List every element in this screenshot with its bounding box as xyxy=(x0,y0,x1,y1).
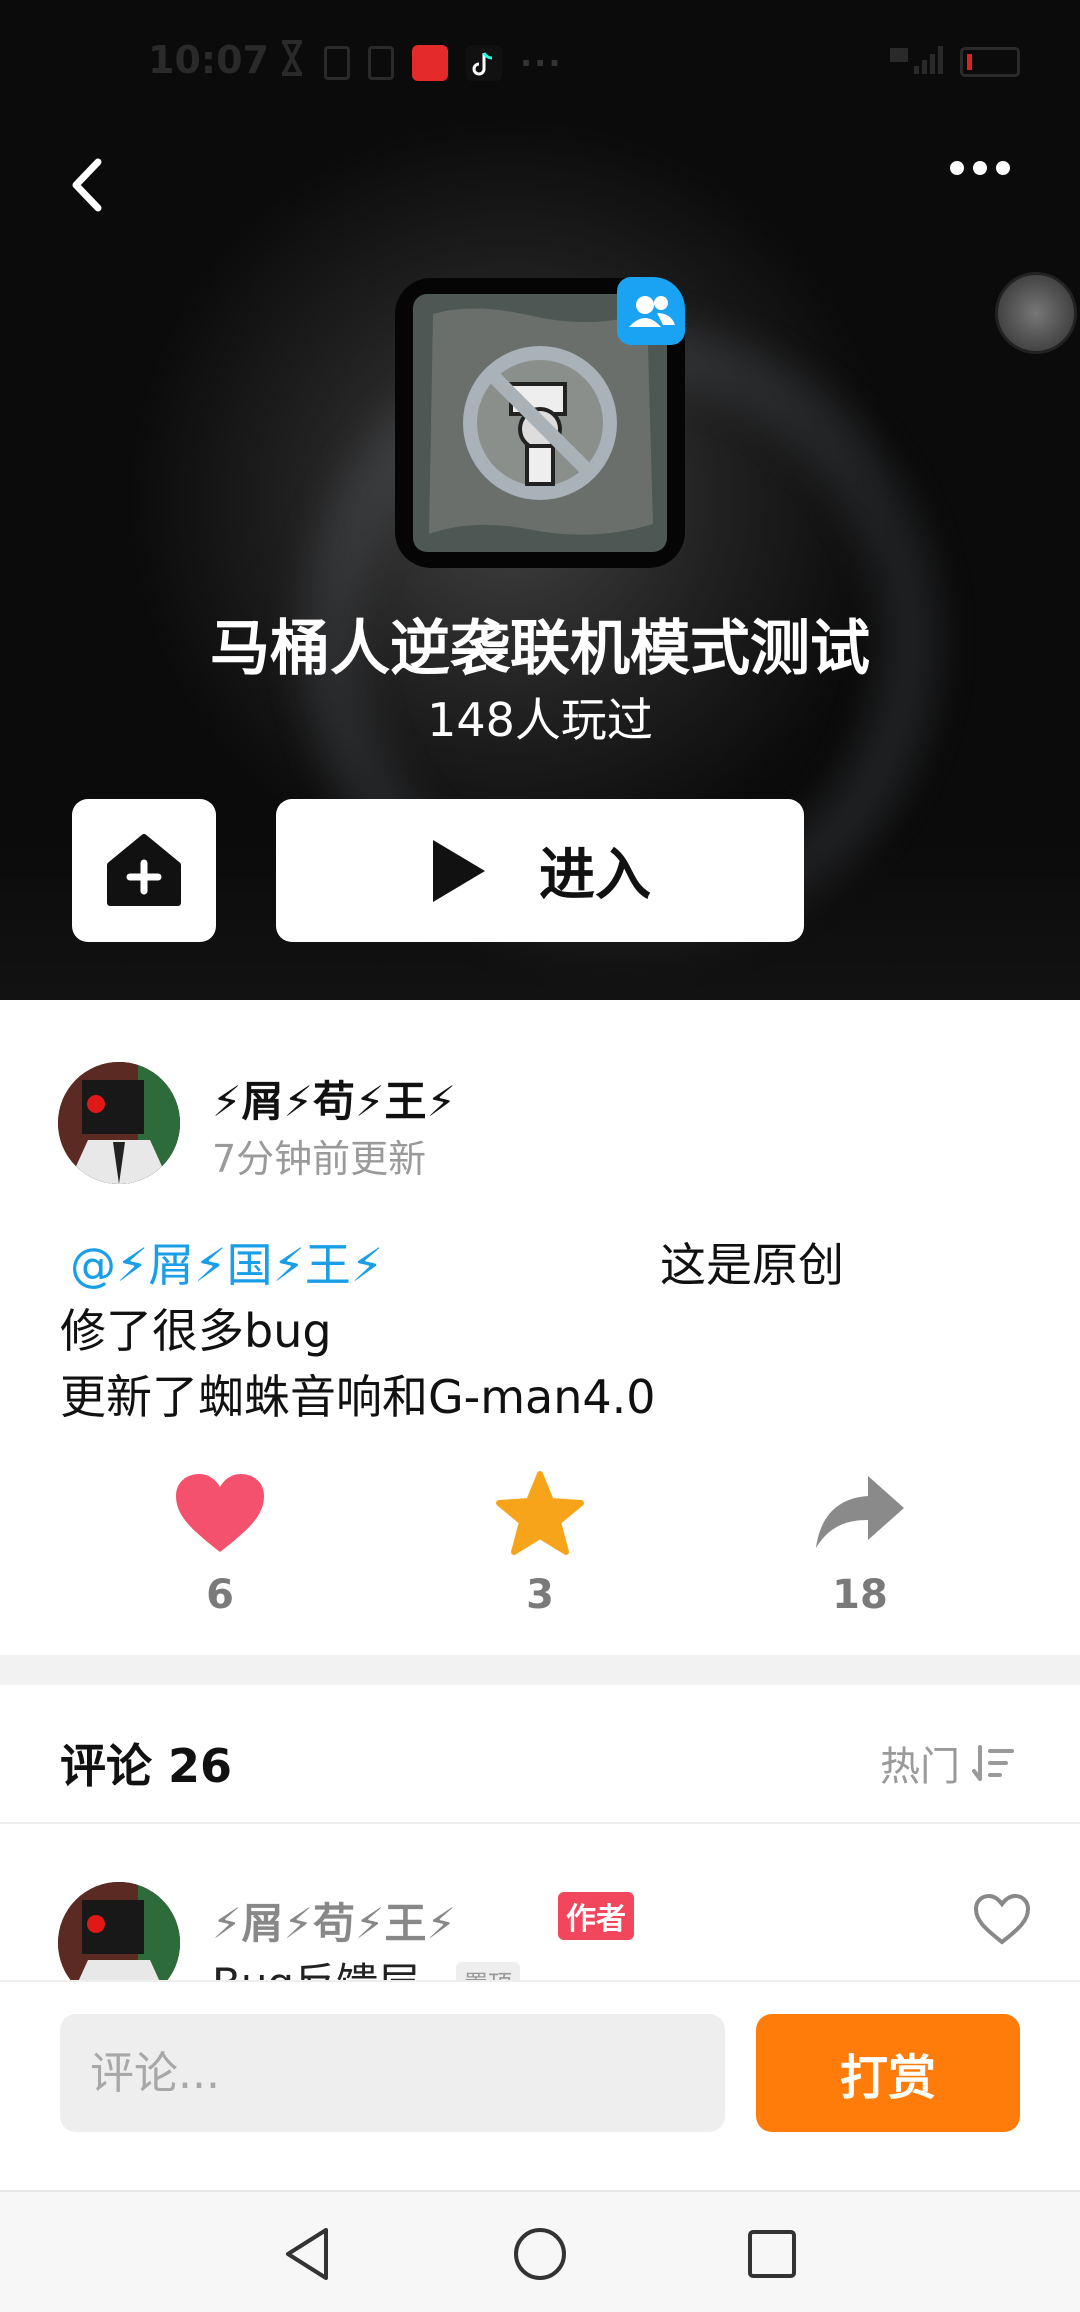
post-line-1: @⚡屑⚡国⚡王⚡ 这是原创 xyxy=(60,1232,1020,1298)
nav-recents-button[interactable] xyxy=(742,2224,802,2284)
tiktok-icon xyxy=(466,44,502,81)
more-dots-icon xyxy=(950,161,964,175)
back-button[interactable] xyxy=(56,150,126,220)
share-button[interactable]: 18 xyxy=(770,1470,950,1618)
comments-separator xyxy=(0,1822,1080,1824)
post-line-3: 更新了蜘蛛音响和G-man4.0 xyxy=(60,1370,656,1424)
enter-label: 进入 xyxy=(539,843,651,908)
comment-input[interactable] xyxy=(60,2014,725,2132)
users-icon xyxy=(629,296,675,327)
comment-bar: 打赏 xyxy=(0,1980,1080,2192)
signal-icon xyxy=(888,42,948,82)
sort-button[interactable]: 热门 xyxy=(880,1734,1016,1792)
back-triangle-icon xyxy=(286,2228,328,2280)
like-button[interactable]: 6 xyxy=(130,1470,310,1618)
system-nav-bar xyxy=(0,2190,1080,2312)
chevron-left-icon xyxy=(72,158,102,212)
status-system-icons xyxy=(888,42,1020,82)
multiplayer-badge xyxy=(617,277,685,345)
author-avatar[interactable] xyxy=(58,1062,180,1184)
play-count: 148人玩过 xyxy=(427,693,653,747)
more-dot xyxy=(973,161,987,175)
floating-avatar[interactable] xyxy=(995,272,1077,354)
battery-icon xyxy=(960,47,1020,77)
more-dot xyxy=(996,161,1010,175)
share-count: 18 xyxy=(832,1572,888,1618)
original-note: 这是原创 xyxy=(660,1238,844,1292)
author-name[interactable]: ⚡屑⚡苟⚡王⚡ xyxy=(212,1068,456,1129)
more-button[interactable] xyxy=(950,160,1030,210)
author-tag: 作者 xyxy=(558,1892,634,1940)
home-circle-icon xyxy=(514,2228,566,2280)
status-notification-icons: ··· xyxy=(278,40,562,85)
section-divider xyxy=(0,1655,1080,1685)
mention-link[interactable]: @⚡屑⚡国⚡王⚡ xyxy=(70,1238,383,1292)
battery-saver-icon xyxy=(324,45,350,80)
add-to-home-button[interactable] xyxy=(72,799,216,942)
more-notifications-icon: ··· xyxy=(520,43,563,82)
game-header: 10:07 ··· 马桶人逆袭联机模式测试 148人玩过 进入 xyxy=(0,0,1080,1000)
reward-button[interactable]: 打赏 xyxy=(756,2014,1020,2132)
game-title: 马桶人逆袭联机模式测试 xyxy=(210,614,870,684)
favorite-count: 3 xyxy=(526,1572,554,1618)
avatar-image xyxy=(58,1062,180,1184)
post-body: @⚡屑⚡国⚡王⚡ 这是原创 修了很多bug 更新了蜘蛛音响和G-man4.0 xyxy=(60,1232,1020,1430)
heart-icon xyxy=(176,1474,264,1552)
sort-label: 热门 xyxy=(880,1744,960,1790)
comment-author[interactable]: ⚡屑⚡苟⚡王⚡ xyxy=(212,1890,456,1951)
like-count: 6 xyxy=(206,1572,234,1618)
post-actions: 6 3 18 xyxy=(0,1470,1080,1630)
app-notification-icon xyxy=(412,44,448,81)
add-home-icon xyxy=(107,834,181,906)
sort-icon xyxy=(972,1745,1014,1781)
nav-home-button[interactable] xyxy=(510,2224,570,2284)
update-time: 7分钟前更新 xyxy=(212,1137,427,1181)
favorite-button[interactable]: 3 xyxy=(450,1470,630,1618)
status-bar: 10:07 ··· xyxy=(0,0,1080,120)
recents-square-icon xyxy=(748,2230,796,2278)
enter-game-button[interactable]: 进入 xyxy=(276,799,804,942)
hourglass-icon xyxy=(278,40,306,85)
nav-back-button[interactable] xyxy=(278,2224,338,2284)
play-icon xyxy=(433,839,485,902)
status-time: 10:07 xyxy=(148,38,269,82)
post-line-2: 修了很多bug xyxy=(60,1304,332,1358)
share-arrow-icon xyxy=(816,1476,904,1548)
comment-like-button[interactable] xyxy=(972,1892,1032,1948)
comments-title: 评论 26 xyxy=(60,1739,233,1793)
phone-icon xyxy=(368,45,394,80)
star-icon xyxy=(496,1471,584,1555)
heart-outline-icon xyxy=(973,1893,1031,1945)
